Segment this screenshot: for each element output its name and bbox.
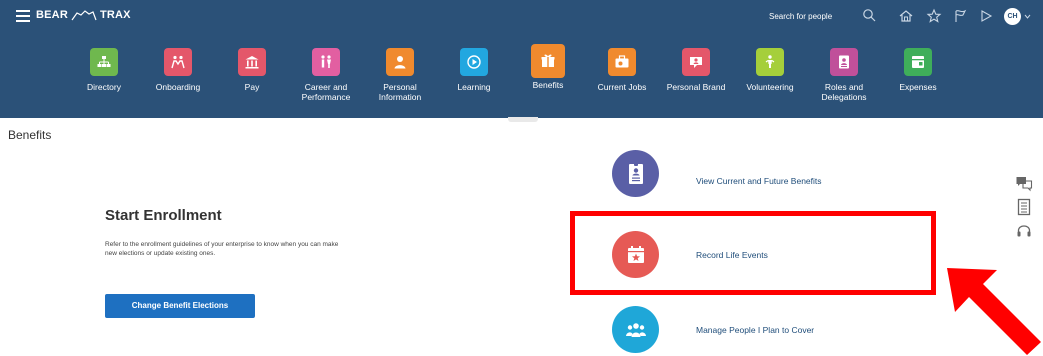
nav-label: Personal Brand	[666, 82, 726, 92]
menu-icon[interactable]	[16, 10, 30, 22]
search-icon[interactable]	[862, 8, 876, 22]
career-icon	[321, 55, 331, 68]
top-navigation-bar: BEAR TRAX Search for people CH Directory…	[0, 0, 1043, 118]
benefits-icon	[541, 54, 555, 67]
global-header: BEAR TRAX Search for people CH	[0, 0, 1043, 32]
manage-people-to-cover-action[interactable]: Manage People I Plan to Cover	[612, 306, 972, 356]
volunteering-icon	[765, 55, 775, 68]
nav-label: Personal Information	[378, 82, 422, 102]
panel-collapse-handle[interactable]	[508, 117, 538, 122]
directory-tile	[90, 48, 118, 76]
nav-item-directory[interactable]: Directory	[72, 40, 136, 92]
career-tile	[312, 48, 340, 76]
brand-icon	[690, 57, 702, 68]
brand-right-text: TRAX	[99, 9, 131, 21]
nav-item-learning[interactable]: Learning	[442, 40, 506, 92]
nav-item-expenses[interactable]: Expenses	[886, 40, 950, 92]
headset-icon[interactable]	[1015, 222, 1033, 240]
personal-brand-tile	[682, 48, 710, 76]
nav-label: Learning	[457, 82, 491, 92]
onboarding-tile	[164, 48, 192, 76]
brand-left-text: BEAR	[36, 9, 68, 21]
highlight-annotation-box	[570, 211, 936, 295]
learning-tile	[460, 48, 488, 76]
current-jobs-tile	[608, 48, 636, 76]
view-benefits-circle	[612, 150, 659, 197]
directory-icon	[97, 56, 111, 67]
people-group-icon	[625, 322, 646, 337]
user-avatar[interactable]: CH	[1004, 8, 1021, 25]
nav-label: Roles and Delegations	[821, 82, 867, 102]
chevron-down-icon[interactable]	[1024, 13, 1031, 20]
manage-people-circle	[612, 306, 659, 353]
personal-information-tile	[386, 48, 414, 76]
notes-icon[interactable]	[1015, 198, 1033, 216]
nav-item-volunteering[interactable]: Volunteering	[738, 40, 802, 92]
notifications-icon[interactable]	[978, 8, 994, 24]
roles-icon	[839, 55, 849, 69]
page-title: Benefits	[8, 128, 52, 142]
nav-label: Pay	[244, 82, 260, 92]
benefits-tile	[531, 44, 565, 78]
learning-icon	[467, 55, 481, 69]
bear-icon	[71, 10, 97, 21]
red-arrow-annotation	[947, 268, 1041, 355]
nav-item-personal-brand[interactable]: Personal Brand	[664, 40, 728, 92]
nav-label: Directory	[86, 82, 121, 92]
pay-tile	[238, 48, 266, 76]
nav-item-pay[interactable]: Pay	[220, 40, 284, 92]
roles-delegations-tile	[830, 48, 858, 76]
action-label[interactable]: View Current and Future Benefits	[696, 176, 822, 186]
nav-label: Career and Performance	[301, 82, 351, 102]
volunteering-tile	[756, 48, 784, 76]
side-toolbar	[1012, 170, 1036, 250]
change-benefit-elections-button[interactable]: Change Benefit Elections	[105, 294, 255, 318]
nav-item-benefits[interactable]: Benefits	[516, 40, 580, 90]
person-icon	[394, 56, 406, 69]
nav-item-career[interactable]: Career and Performance	[294, 40, 358, 102]
start-enrollment-description: Refer to the enrollment guidelines of yo…	[105, 241, 339, 257]
nav-label: Benefits	[532, 80, 564, 90]
view-current-future-benefits-action[interactable]: View Current and Future Benefits	[612, 149, 972, 199]
start-enrollment-heading: Start Enrollment	[105, 207, 222, 224]
home-icon[interactable]	[898, 8, 914, 24]
action-label[interactable]: Manage People I Plan to Cover	[696, 325, 814, 335]
flag-icon[interactable]	[952, 8, 968, 24]
jobs-icon	[615, 55, 629, 68]
expenses-tile	[904, 48, 932, 76]
nav-item-personal-information[interactable]: Personal Information	[368, 40, 432, 102]
nav-item-roles-delegations[interactable]: Roles and Delegations	[812, 40, 876, 102]
nav-label: Expenses	[899, 82, 937, 92]
expenses-icon	[912, 56, 924, 68]
search-input[interactable]: Search for people	[769, 9, 855, 24]
pay-icon	[245, 56, 259, 69]
benefits-document-icon	[628, 162, 643, 184]
app-navigation: Directory Onboarding Pay Career and Perf…	[72, 40, 992, 120]
nav-label: Volunteering	[746, 82, 794, 92]
onboarding-icon	[171, 55, 185, 69]
favorites-star-icon[interactable]	[926, 8, 942, 24]
chat-icon[interactable]	[1015, 174, 1033, 192]
nav-item-onboarding[interactable]: Onboarding	[146, 40, 210, 92]
nav-label: Current Jobs	[597, 82, 647, 92]
brand-logo[interactable]: BEAR TRAX	[36, 9, 131, 21]
nav-item-current-jobs[interactable]: Current Jobs	[590, 40, 654, 92]
nav-label: Onboarding	[155, 82, 201, 92]
